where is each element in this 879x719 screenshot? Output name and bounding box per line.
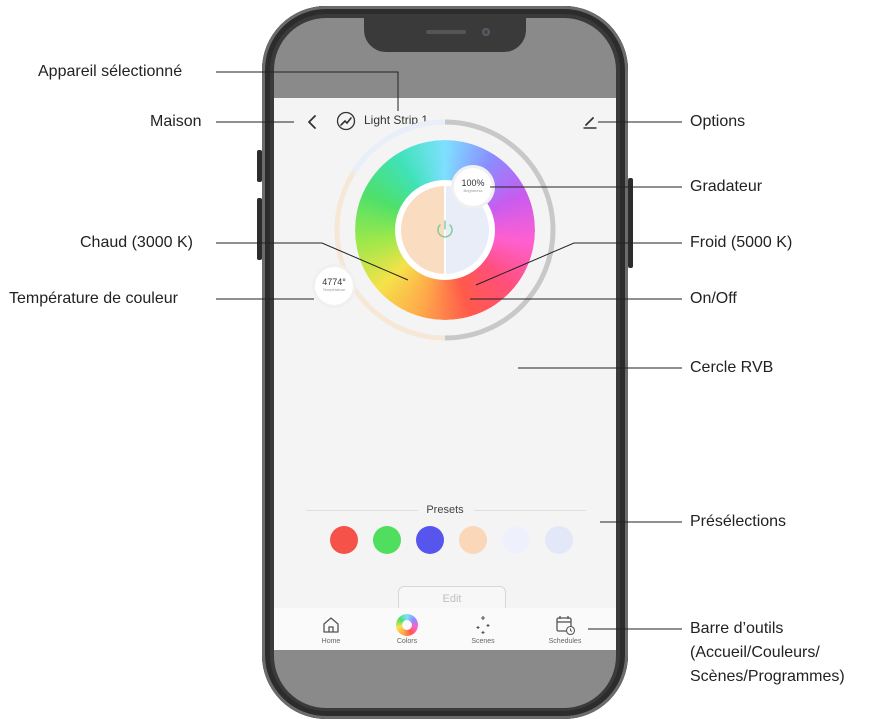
annotation-home: Maison bbox=[150, 113, 202, 130]
preset-swatch[interactable] bbox=[502, 526, 530, 554]
annotation-warm: Chaud (3000 K) bbox=[80, 234, 193, 251]
annotation-presets: Présélections bbox=[690, 513, 787, 530]
notch bbox=[364, 18, 526, 52]
calendar-clock-icon bbox=[556, 616, 576, 636]
side-button bbox=[257, 150, 262, 182]
side-button bbox=[257, 198, 262, 260]
annotation-on-off: On/Off bbox=[690, 290, 737, 307]
sparkle-icon bbox=[476, 616, 490, 634]
presets-title: Presets bbox=[426, 504, 464, 516]
tab-colors[interactable]: Colors bbox=[372, 608, 442, 645]
annotation-device-selected: Appareil sélectionné bbox=[38, 63, 183, 80]
preset-swatch[interactable] bbox=[545, 526, 573, 554]
annotation-options: Options bbox=[690, 113, 746, 130]
camera-icon bbox=[482, 28, 490, 36]
color-control bbox=[334, 119, 556, 341]
brightness-label: Brightness bbox=[463, 188, 483, 193]
tab-label: Schedules bbox=[548, 638, 582, 645]
side-button bbox=[628, 178, 633, 268]
annotation-toolbar-3: Scènes/Programmes) bbox=[690, 668, 845, 685]
tab-label: Colors bbox=[396, 638, 418, 645]
temperature-track-cool bbox=[351, 119, 446, 174]
annotation-rgb-circle: Cercle RVB bbox=[690, 359, 774, 376]
app-screen: Light Strip 1 100% Brightness 4774° Temp… bbox=[274, 98, 616, 650]
bottom-toolbar: Home Colors Scenes Schedules bbox=[274, 608, 616, 650]
annotation-toolbar-1: Barre d’outils bbox=[690, 620, 784, 637]
annotation-cold: Froid (5000 K) bbox=[690, 234, 793, 251]
annotation-dimmer: Gradateur bbox=[690, 178, 763, 195]
annotation-color-temperature: Température de couleur bbox=[9, 290, 178, 307]
temperature-label: Temperature bbox=[322, 287, 346, 292]
tab-home[interactable]: Home bbox=[296, 608, 366, 645]
color-wheel-icon bbox=[396, 614, 418, 636]
preset-swatch[interactable] bbox=[459, 526, 487, 554]
phone-screen: Light Strip 1 100% Brightness 4774° Temp… bbox=[274, 18, 616, 708]
temperature-value: 4774° bbox=[322, 277, 346, 287]
brightness-knob[interactable]: 100% Brightness bbox=[454, 168, 492, 206]
preset-swatch[interactable] bbox=[373, 526, 401, 554]
speaker bbox=[426, 30, 466, 34]
preset-swatch[interactable] bbox=[416, 526, 444, 554]
tab-scenes[interactable]: Scenes bbox=[448, 608, 518, 645]
tab-schedules[interactable]: Schedules bbox=[530, 608, 600, 645]
temperature-knob[interactable]: 4774° Temperature bbox=[315, 267, 353, 305]
tab-label: Home bbox=[321, 638, 341, 645]
tab-label: Scenes bbox=[471, 638, 495, 645]
preset-swatch[interactable] bbox=[330, 526, 358, 554]
annotation-toolbar-2: (Accueil/Couleurs/ bbox=[690, 644, 820, 661]
brightness-value: 100% bbox=[461, 178, 485, 188]
home-icon bbox=[323, 617, 339, 633]
